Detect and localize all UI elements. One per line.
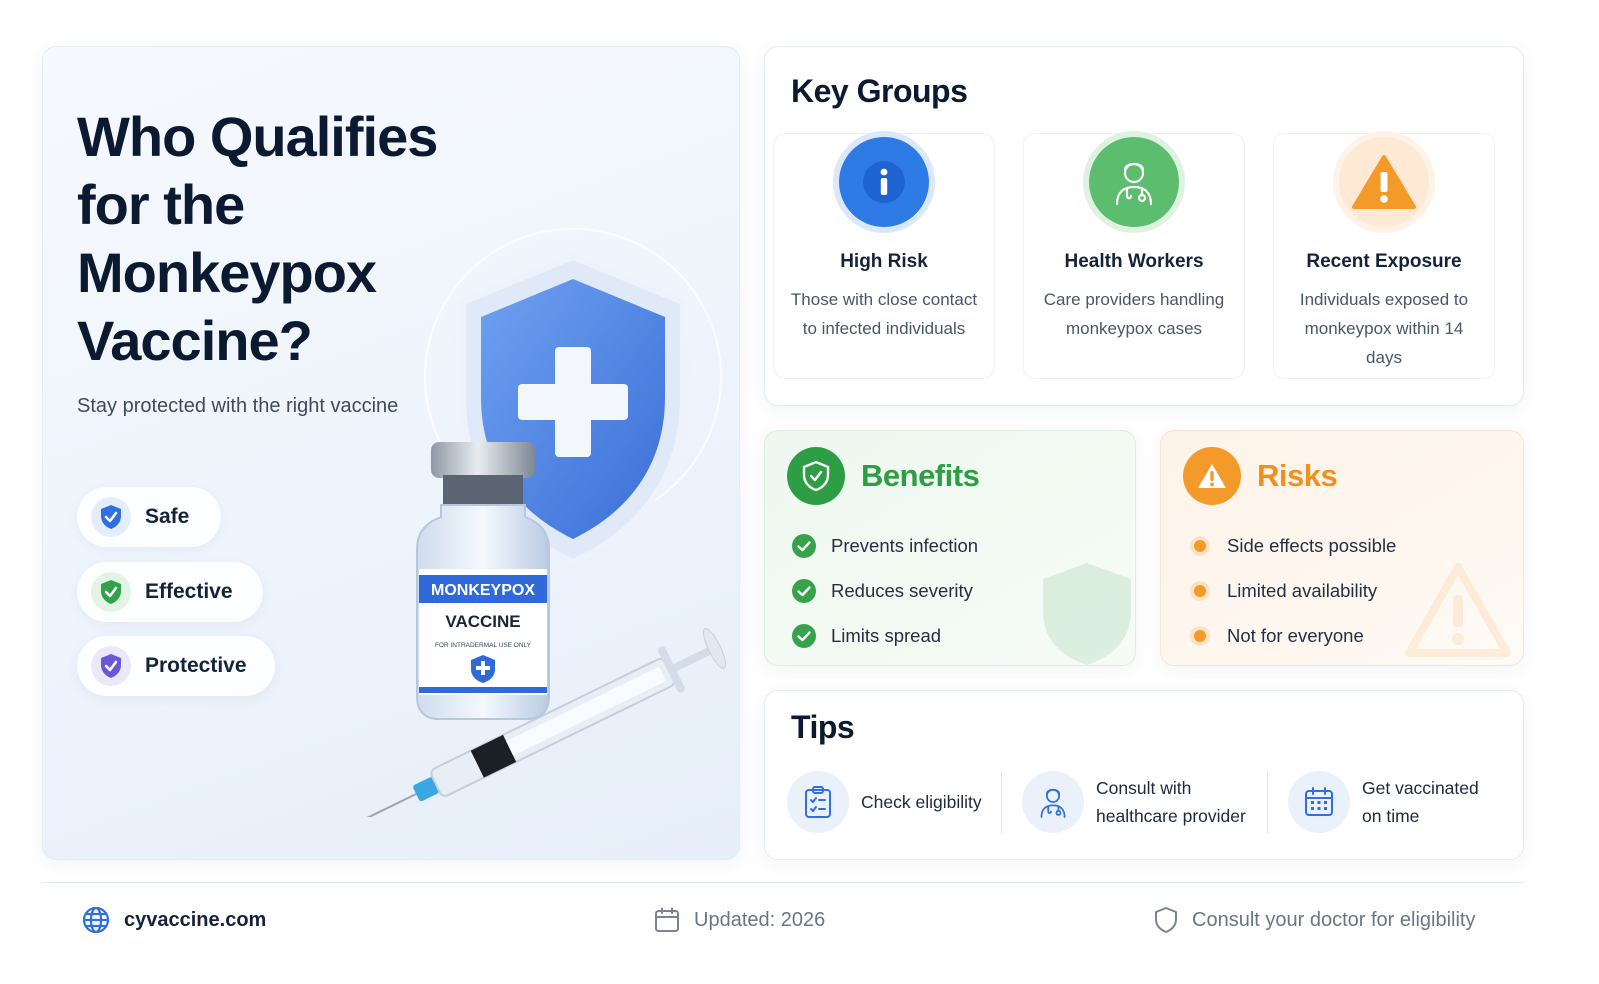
- benefits-header: Benefits: [787, 447, 980, 505]
- group-description: Those with close contact to infected ind…: [790, 290, 978, 338]
- tip-text: Get vaccinated on time: [1362, 778, 1479, 826]
- risks-header: Risks: [1183, 447, 1338, 505]
- benefit-text: Reduces severity: [831, 579, 973, 601]
- group-title: Recent Exposure: [1306, 251, 1462, 272]
- list-item: Side effects possible: [1187, 523, 1396, 568]
- risks-title: Risks: [1257, 458, 1338, 493]
- shield-icon: [1154, 906, 1178, 934]
- feature-pill-effective: Effective: [77, 562, 263, 622]
- key-groups-title: Key Groups: [791, 73, 968, 109]
- globe-icon: [82, 906, 110, 934]
- footer-updated: Updated: 2026: [654, 904, 825, 936]
- tip-consult-provider: Consult with healthcare provider: [1022, 771, 1252, 833]
- feature-pill-safe: Safe: [77, 487, 221, 547]
- calendar-icon: [654, 907, 680, 933]
- warning-watermark-icon: [1405, 563, 1511, 657]
- check-circle-icon: [791, 623, 817, 649]
- info-icon: [839, 137, 929, 227]
- risks-list: Side effects possible Limited availabili…: [1187, 523, 1396, 658]
- benefit-text: Prevents infection: [831, 534, 979, 556]
- footer-disclaimer-text: Consult your doctor for eligibility: [1192, 908, 1476, 931]
- risk-text: Limited availability: [1227, 579, 1378, 601]
- divider: [1001, 771, 1002, 833]
- footer-divider: [42, 882, 1524, 883]
- svg-text:VACCINE: VACCINE: [445, 612, 520, 631]
- footer-disclaimer: Consult your doctor for eligibility: [1154, 904, 1475, 936]
- group-card-recent-exposure: Recent Exposure Individuals exposed to m…: [1273, 133, 1495, 379]
- divider: [1267, 771, 1268, 833]
- hero-panel: Who Qualifies for the Monkeypox Vaccine?…: [42, 46, 740, 860]
- group-title: High Risk: [840, 251, 928, 272]
- benefit-text: Limits spread: [831, 624, 942, 646]
- feature-pill-protective: Protective: [77, 636, 275, 696]
- tip-text: Check eligibility: [861, 792, 982, 812]
- doctor-icon: [1022, 771, 1084, 833]
- tips-title: Tips: [791, 709, 855, 745]
- group-card-high-risk: High Risk Those with close contact to in…: [773, 133, 995, 379]
- shield-check-icon: [91, 572, 131, 612]
- warning-icon: [1339, 137, 1429, 227]
- doctor-icon: [1089, 137, 1179, 227]
- benefits-list: Prevents infection Reduces severity Limi…: [791, 523, 978, 658]
- warning-icon: [1183, 447, 1241, 505]
- benefits-panel: Benefits Prevents infection Reduces seve…: [764, 430, 1136, 666]
- tips-panel: Tips Check eligibility Consult with heal…: [764, 690, 1524, 860]
- benefits-title: Benefits: [861, 458, 980, 493]
- shield-watermark-icon: [1043, 563, 1131, 665]
- shield-check-icon: [787, 447, 845, 505]
- group-card-health-workers: Health Workers Care providers handling m…: [1023, 133, 1245, 379]
- risk-text: Side effects possible: [1227, 534, 1397, 556]
- list-item: Reduces severity: [791, 568, 978, 613]
- footer-website: cyvaccine.com: [124, 908, 267, 931]
- key-groups-panel: Key Groups High Risk Those with close co…: [764, 46, 1524, 406]
- svg-text:MONKEYPOX: MONKEYPOX: [431, 582, 535, 599]
- tip-text: Consult with healthcare provider: [1096, 778, 1246, 826]
- risks-panel: Risks Side effects possible Limited avai…: [1160, 430, 1524, 666]
- bullet-dot-icon: [1187, 623, 1213, 649]
- group-description: Care providers handling monkeypox cases: [1043, 290, 1225, 338]
- vaccine-illustration: MONKEYPOX VACCINE FOR INTRADERMAL USE ON…: [352, 227, 727, 817]
- footer-updated-text: Updated: 2026: [694, 908, 826, 931]
- check-circle-icon: [791, 533, 817, 559]
- group-title: Health Workers: [1064, 251, 1204, 272]
- svg-text:FOR INTRADERMAL USE ONLY: FOR INTRADERMAL USE ONLY: [435, 642, 532, 649]
- feature-label: Protective: [145, 654, 247, 677]
- tip-get-vaccinated: Get vaccinated on time: [1288, 771, 1498, 833]
- feature-label: Safe: [145, 505, 190, 528]
- shield-check-icon: [91, 646, 131, 686]
- list-item: Limited availability: [1187, 568, 1396, 613]
- list-item: Prevents infection: [791, 523, 978, 568]
- clipboard-check-icon: [787, 771, 849, 833]
- list-item: Not for everyone: [1187, 613, 1396, 658]
- bullet-dot-icon: [1187, 533, 1213, 559]
- bullet-dot-icon: [1187, 578, 1213, 604]
- list-item: Limits spread: [791, 613, 978, 658]
- risk-text: Not for everyone: [1227, 624, 1364, 646]
- feature-label: Effective: [145, 580, 233, 603]
- group-description: Individuals exposed to monkeypox within …: [1299, 290, 1469, 367]
- shield-check-icon: [91, 497, 131, 537]
- footer-website-link[interactable]: cyvaccine.com: [82, 904, 266, 936]
- check-circle-icon: [791, 578, 817, 604]
- calendar-icon: [1288, 771, 1350, 833]
- tip-check-eligibility: Check eligibility: [787, 771, 982, 833]
